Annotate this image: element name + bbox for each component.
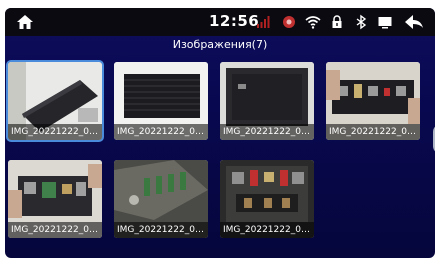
gallery-item[interactable]: IMG_20221222_09...	[6, 60, 104, 142]
item-label: IMG_20221222_09...	[8, 222, 102, 238]
item-label: IMG_20221222_09...	[326, 124, 420, 140]
gallery-title: Изображения(7)	[172, 38, 268, 51]
item-label: IMG_20221222_09...	[8, 124, 102, 140]
gallery-item[interactable]: IMG_20221222_09...	[326, 62, 420, 140]
gallery-item[interactable]: IMG_20221222_09...	[114, 62, 208, 140]
side-drawer-handle[interactable]	[433, 124, 435, 154]
screen-icon	[378, 17, 392, 29]
back-icon[interactable]	[403, 12, 425, 32]
item-label: IMG_20221222_09...	[220, 222, 314, 238]
no-signal-icon	[257, 16, 270, 28]
home-icon[interactable]	[15, 12, 35, 32]
gallery-item[interactable]: IMG_20221222_09...	[114, 160, 208, 238]
clock: 12:56	[209, 12, 260, 30]
item-label: IMG_20221222_09...	[220, 124, 314, 140]
gps-icon	[283, 16, 295, 28]
lock-icon	[332, 15, 342, 28]
screen: 12:56 Изображения(7) IMG_20221222_09... …	[5, 8, 435, 258]
gallery-item[interactable]: IMG_20221222_09...	[8, 160, 102, 238]
status-bar: 12:56	[5, 8, 435, 36]
wifi-icon	[305, 16, 321, 29]
gallery-item[interactable]: IMG_20221222_09...	[220, 160, 314, 238]
gallery-item[interactable]: IMG_20221222_09...	[220, 62, 314, 140]
item-label: IMG_20221222_09...	[114, 222, 208, 238]
item-label: IMG_20221222_09...	[114, 124, 208, 140]
bluetooth-icon	[356, 14, 367, 30]
